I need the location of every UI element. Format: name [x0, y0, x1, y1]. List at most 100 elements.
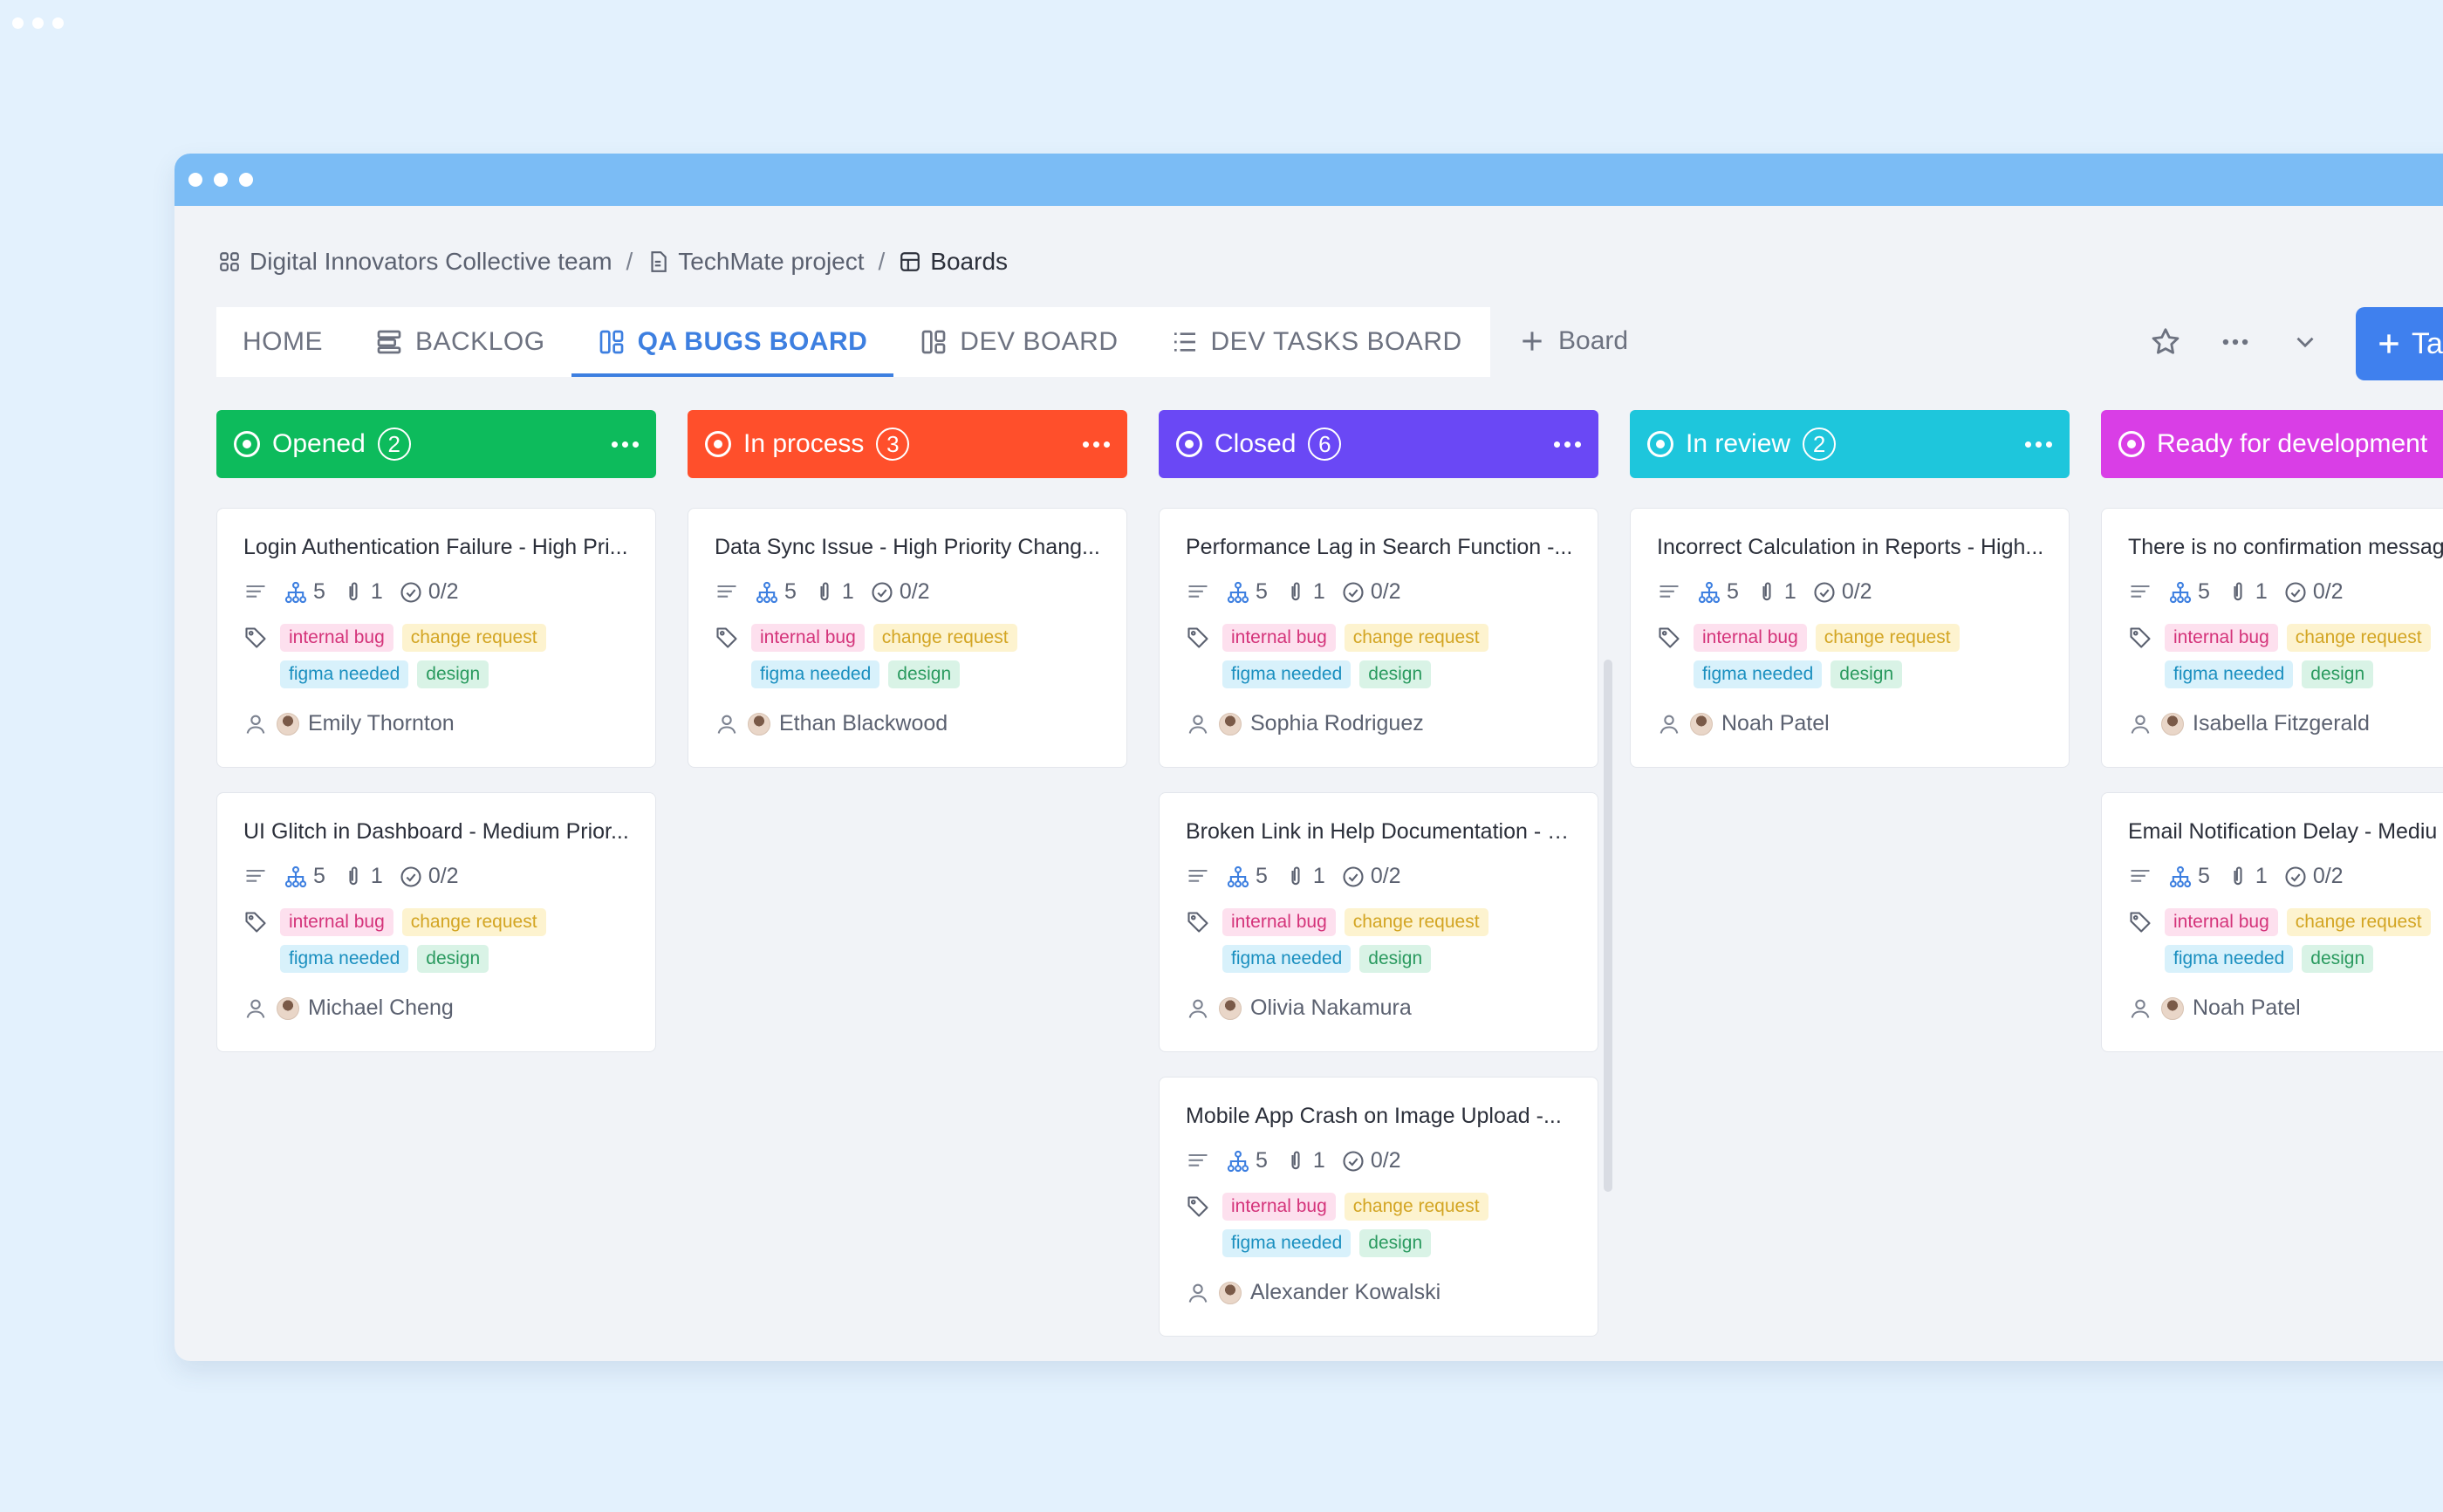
- tag-figma-needed[interactable]: figma needed: [2165, 660, 2294, 688]
- tag-internal-bug[interactable]: internal bug: [751, 624, 865, 652]
- tag-figma-needed[interactable]: figma needed: [1222, 1229, 1352, 1257]
- column-more-icon[interactable]: [2025, 441, 2052, 448]
- tag-figma-needed[interactable]: figma needed: [751, 660, 880, 688]
- task-card[interactable]: Email Notification Delay - Mediu 5 1 0/2…: [2101, 792, 2443, 1052]
- card-assignee[interactable]: Noah Patel: [1657, 711, 2043, 736]
- tag-design[interactable]: design: [1359, 1229, 1432, 1257]
- tag-figma-needed[interactable]: figma needed: [1222, 945, 1352, 973]
- list-icon: [1174, 332, 1195, 352]
- column-header-closed[interactable]: Closed 6: [1159, 410, 1598, 478]
- tag-change-request[interactable]: change request: [2286, 908, 2431, 936]
- tag-change-request[interactable]: change request: [872, 624, 1017, 652]
- paperclip-icon: [341, 865, 366, 889]
- card-tags: internal bug change request figma needed…: [1657, 624, 2043, 688]
- breadcrumb-boards[interactable]: Boards: [899, 248, 1008, 276]
- tag-figma-needed[interactable]: figma needed: [280, 660, 409, 688]
- checklist: 0/2: [1812, 579, 1872, 605]
- card-assignee[interactable]: Emily Thornton: [243, 711, 629, 736]
- tag-design[interactable]: design: [2302, 945, 2374, 973]
- tag-change-request[interactable]: change request: [1344, 908, 1488, 936]
- tag-internal-bug[interactable]: internal bug: [2165, 908, 2278, 936]
- tag-design[interactable]: design: [888, 660, 961, 688]
- column-header-in-process[interactable]: In process 3: [688, 410, 1127, 478]
- tag-internal-bug[interactable]: internal bug: [280, 908, 393, 936]
- card-meta: 5 1 0/2: [1186, 579, 1571, 605]
- card-assignee[interactable]: Alexander Kowalski: [1186, 1280, 1571, 1305]
- task-card[interactable]: UI Glitch in Dashboard - Medium Prior...…: [216, 792, 656, 1052]
- checklist: 0/2: [2283, 579, 2344, 605]
- task-card[interactable]: Broken Link in Help Documentation - L...…: [1159, 792, 1598, 1052]
- user-icon: [243, 996, 268, 1021]
- tag-change-request[interactable]: change request: [2286, 624, 2431, 652]
- column-header-opened[interactable]: Opened 2: [216, 410, 656, 478]
- column-more-icon[interactable]: [1083, 441, 1110, 448]
- tab-dev-tasks-board[interactable]: DEV TASKS BOARD: [1145, 307, 1488, 377]
- task-card[interactable]: Login Authentication Failure - High Pri.…: [216, 508, 656, 768]
- card-assignee[interactable]: Ethan Blackwood: [715, 711, 1100, 736]
- tag-design[interactable]: design: [417, 945, 489, 973]
- task-card[interactable]: Mobile App Crash on Image Upload -... 5 …: [1159, 1077, 1598, 1337]
- tab-dev-board[interactable]: DEV BOARD: [893, 307, 1144, 377]
- tab-qa-bugs-board[interactable]: QA BUGS BOARD: [571, 307, 894, 377]
- board-icon: [899, 250, 921, 273]
- column-title: In review: [1686, 429, 1791, 458]
- task-card[interactable]: Performance Lag in Search Function -... …: [1159, 508, 1598, 768]
- tag-figma-needed[interactable]: figma needed: [280, 945, 409, 973]
- tab-backlog[interactable]: BACKLOG: [349, 307, 571, 377]
- task-card[interactable]: Incorrect Calculation in Reports - High.…: [1630, 508, 2070, 768]
- description-icon: [243, 580, 268, 605]
- more-horizontal-icon[interactable]: [2218, 325, 2253, 359]
- card-assignee[interactable]: Sophia Rodriguez: [1186, 711, 1571, 736]
- tag-change-request[interactable]: change request: [401, 908, 546, 936]
- tag-design[interactable]: design: [1359, 945, 1432, 973]
- card-assignee[interactable]: Olivia Nakamura: [1186, 995, 1571, 1021]
- tag-internal-bug[interactable]: internal bug: [1694, 624, 1807, 652]
- checklist: 0/2: [399, 579, 459, 605]
- assignee-name: Sophia Rodriguez: [1250, 711, 1424, 735]
- subtasks: 5: [1697, 579, 1739, 605]
- tag-design[interactable]: design: [2302, 660, 2374, 688]
- tag-figma-needed[interactable]: figma needed: [1222, 660, 1352, 688]
- subtasks: 5: [2168, 864, 2210, 889]
- new-task-button[interactable]: Tas: [2356, 307, 2443, 380]
- tag-change-request[interactable]: change request: [1344, 1193, 1488, 1221]
- tag-change-request[interactable]: change request: [401, 624, 546, 652]
- card-assignee[interactable]: Noah Patel: [2128, 995, 2443, 1021]
- subtasks: 5: [284, 579, 325, 605]
- star-icon[interactable]: [2148, 325, 2183, 359]
- tab-home[interactable]: HOME: [216, 307, 349, 377]
- plus-icon: [2379, 334, 2399, 353]
- card-tags: internal bug change request figma needed…: [1186, 1193, 1571, 1257]
- tag-figma-needed[interactable]: figma needed: [1694, 660, 1823, 688]
- tag-internal-bug[interactable]: internal bug: [1222, 908, 1336, 936]
- column-scrollbar[interactable]: [1604, 660, 1612, 1192]
- column-header-in-review[interactable]: In review 2: [1630, 410, 2070, 478]
- tag-internal-bug[interactable]: internal bug: [1222, 624, 1336, 652]
- column-more-icon[interactable]: [1554, 441, 1581, 448]
- task-card[interactable]: There is no confirmation messag 5 1 0/2 …: [2101, 508, 2443, 768]
- card-tags: internal bug change request figma needed…: [243, 908, 629, 973]
- tag-design[interactable]: design: [417, 660, 489, 688]
- tag-figma-needed[interactable]: figma needed: [2165, 945, 2294, 973]
- tag-icon: [1186, 910, 1210, 934]
- tag-design[interactable]: design: [1831, 660, 1903, 688]
- card-title: Incorrect Calculation in Reports - High.…: [1657, 535, 2044, 559]
- card-assignee[interactable]: Isabella Fitzgerald: [2128, 711, 2443, 736]
- card-title: Data Sync Issue - High Priority Chang...: [715, 535, 1100, 559]
- task-card[interactable]: Data Sync Issue - High Priority Chang...…: [688, 508, 1127, 768]
- tag-change-request[interactable]: change request: [1344, 624, 1488, 652]
- add-board-button[interactable]: Board: [1518, 326, 1628, 356]
- tag-internal-bug[interactable]: internal bug: [1222, 1193, 1336, 1221]
- column-header-ready-for-development[interactable]: Ready for development: [2101, 410, 2443, 478]
- column-more-icon[interactable]: [612, 441, 639, 448]
- tag-internal-bug[interactable]: internal bug: [280, 624, 393, 652]
- breadcrumb-team[interactable]: Digital Innovators Collective team: [218, 248, 612, 276]
- card-assignee[interactable]: Michael Cheng: [243, 995, 629, 1021]
- breadcrumb-project[interactable]: TechMate project: [647, 248, 865, 276]
- tag-internal-bug[interactable]: internal bug: [2165, 624, 2278, 652]
- description-icon: [1657, 580, 1681, 605]
- breadcrumb-team-label: Digital Innovators Collective team: [250, 248, 612, 275]
- chevron-down-icon[interactable]: [2288, 325, 2323, 359]
- tag-design[interactable]: design: [1359, 660, 1432, 688]
- tag-change-request[interactable]: change request: [1815, 624, 1960, 652]
